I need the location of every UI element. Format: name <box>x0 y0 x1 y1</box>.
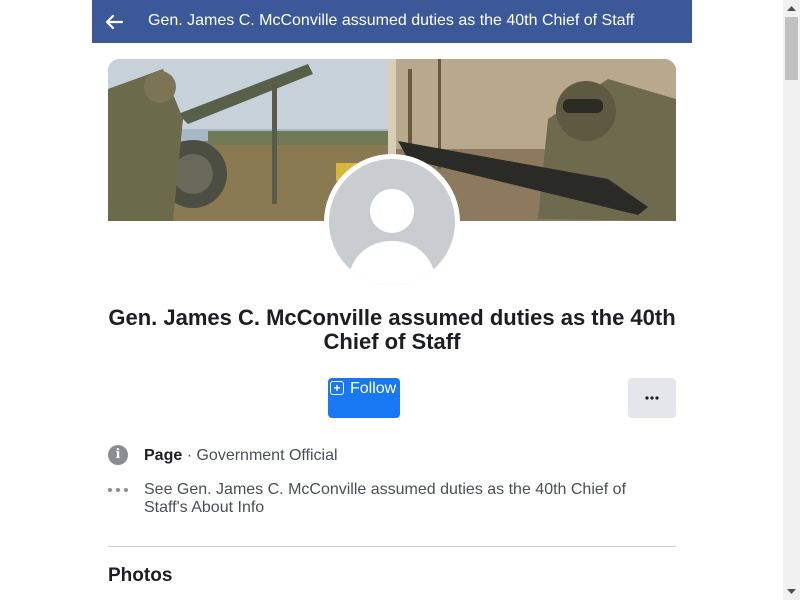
vertical-scrollbar[interactable] <box>783 0 800 600</box>
page-type-label: Page <box>144 447 183 464</box>
follow-label: Follow <box>350 380 397 397</box>
follow-button[interactable]: + Follow <box>328 378 400 418</box>
profile-picture[interactable] <box>324 154 460 290</box>
info-icon: i <box>108 445 128 465</box>
section-divider <box>108 546 676 547</box>
page-category-text: Page · Government Official <box>144 447 338 465</box>
about-info-link[interactable]: See Gen. James C. McConville assumed dut… <box>144 481 674 517</box>
more-options-button[interactable] <box>628 378 676 418</box>
back-button[interactable] <box>100 8 128 36</box>
scroll-up-arrow-icon[interactable] <box>783 0 800 17</box>
page-container: Gen. James C. McConville assumed duties … <box>92 0 692 600</box>
photos-section-title: Photos <box>108 565 173 586</box>
arrow-left-icon <box>105 14 123 30</box>
page-title: Gen. James C. McConville assumed duties … <box>108 305 676 354</box>
header-bar: Gen. James C. McConville assumed duties … <box>92 0 692 43</box>
scrollbar-thumb[interactable] <box>785 17 798 80</box>
follow-plus-icon: + <box>330 381 344 395</box>
default-avatar-icon <box>329 159 455 285</box>
page-category: Government Official <box>196 447 338 464</box>
more-dots-icon <box>645 396 659 400</box>
category-separator: · <box>182 447 197 464</box>
page-category-row: i Page · Government Official <box>108 445 676 469</box>
more-horizontal-icon <box>108 483 128 497</box>
scroll-down-arrow-icon[interactable] <box>783 583 800 600</box>
header-title: Gen. James C. McConville assumed duties … <box>148 12 635 29</box>
